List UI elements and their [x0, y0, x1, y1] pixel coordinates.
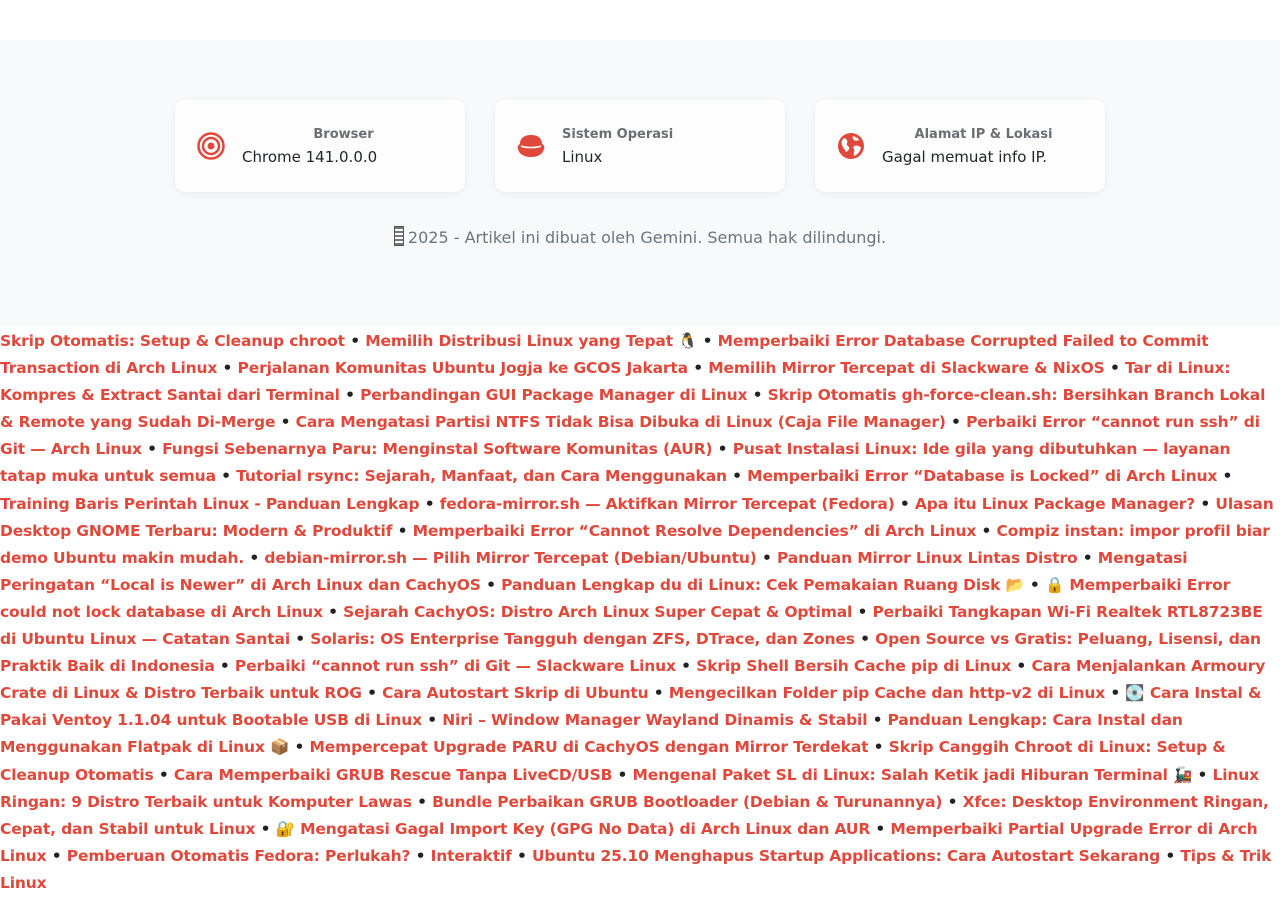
ip-value: Gagal memuat info IP. — [882, 147, 1048, 166]
link-separator: • — [260, 819, 271, 838]
article-link[interactable]: Perbandingan GUI Package Manager di Linu… — [360, 386, 747, 404]
link-separator: • — [951, 413, 961, 432]
article-link[interactable]: Memilih Distribusi Linux yang Tepat 🐧 — [365, 332, 697, 350]
link-separator: • — [702, 332, 713, 350]
article-link[interactable]: Tutorial rsync: Sejarah, Manfaat, dan Ca… — [236, 467, 727, 485]
article-link[interactable]: Bundle Perbaikan GRUB Bootloader (Debian… — [432, 793, 942, 811]
link-separator: • — [51, 846, 62, 865]
link-separator: • — [221, 467, 231, 486]
article-link[interactable]: Mempercepat Upgrade PARU di CachyOS deng… — [309, 738, 868, 756]
target-icon — [195, 130, 227, 162]
ip-card: Alamat IP & Lokasi Gagal memuat info IP. — [815, 100, 1105, 192]
link-separator: • — [857, 602, 868, 621]
article-link[interactable]: Cara Autostart Skrip di Ubuntu — [382, 684, 649, 702]
article-link[interactable]: Skrip Shell Bersih Cache pip di Linux — [696, 657, 1011, 675]
link-separator: • — [1082, 548, 1093, 567]
copyright-label: 2025 - Artikel ini dibuat oleh Gemini. S… — [407, 228, 887, 247]
traffic-light-icon — [393, 226, 404, 246]
link-separator: • — [417, 792, 427, 811]
link-separator: • — [295, 630, 306, 649]
link-separator: • — [350, 332, 360, 350]
os-label: Sistem Operasi — [562, 126, 674, 142]
link-separator: • — [415, 846, 426, 865]
article-link[interactable]: Memilih Mirror Tercepat di Slackware & N… — [708, 359, 1105, 377]
link-separator: • — [761, 548, 772, 567]
article-link[interactable]: Niri – Window Manager Wayland Dinamis & … — [442, 711, 867, 729]
info-cards: Browser Chrome 141.0.0.0 Sistem Operasi … — [0, 100, 1280, 192]
link-separator: • — [280, 413, 291, 432]
link-separator: • — [147, 440, 157, 459]
link-separator: • — [367, 684, 377, 703]
article-link[interactable]: Panduan Mirror Linux Lintas Distro — [777, 549, 1078, 567]
link-separator: • — [617, 765, 628, 784]
top-blank-area — [0, 0, 1280, 40]
link-separator: • — [981, 521, 992, 540]
link-separator: • — [158, 765, 169, 784]
link-separator: • — [875, 819, 886, 838]
article-link[interactable]: Cara Memperbaiki GRUB Rescue Tanpa LiveC… — [174, 766, 613, 784]
os-logo-icon — [515, 130, 547, 162]
article-links-list: Skrip Otomatis: Setup & Cleanup chroot •… — [0, 326, 1280, 897]
article-link[interactable]: Fungsi Sebenarnya Paru: Menginstal Softw… — [162, 440, 712, 458]
article-link[interactable]: Solaris: OS Enterprise Tangguh dengan ZF… — [310, 630, 855, 648]
article-link[interactable]: Ubuntu 25.10 Menghapus Startup Applicati… — [532, 847, 1160, 865]
link-separator: • — [717, 440, 728, 459]
link-separator: • — [1197, 765, 1208, 784]
browser-value: Chrome 141.0.0.0 — [242, 147, 378, 166]
link-separator: • — [860, 630, 870, 649]
link-separator: • — [899, 494, 910, 513]
article-link[interactable]: Apa itu Linux Package Manager? — [915, 495, 1195, 513]
article-link[interactable]: 🔐 Mengatasi Gagal Import Key (GPG No Dat… — [276, 820, 871, 838]
article-link[interactable]: Mengecilkan Folder pip Cache dan http-v2… — [669, 684, 1106, 702]
article-link[interactable]: Skrip Otomatis: Setup & Cleanup chroot — [0, 332, 345, 350]
article-link[interactable]: fedora-mirror.sh — Aktifkan Mirror Terce… — [440, 495, 895, 513]
link-separator: • — [653, 684, 664, 703]
link-separator: • — [345, 386, 355, 405]
link-separator: • — [427, 711, 437, 730]
link-separator: • — [397, 521, 408, 540]
link-separator: • — [219, 657, 230, 676]
link-separator: • — [516, 846, 527, 865]
article-link[interactable]: Training Baris Perintah Linux - Panduan … — [0, 495, 420, 513]
browser-card: Browser Chrome 141.0.0.0 — [175, 100, 465, 192]
article-link[interactable]: Memperbaiki Error “Database is Locked” d… — [747, 467, 1217, 485]
link-separator: • — [1016, 657, 1027, 676]
article-link[interactable]: Memperbaiki Error “Cannot Resolve Depend… — [413, 522, 977, 540]
link-separator: • — [1200, 494, 1211, 513]
link-separator: • — [873, 738, 884, 757]
link-separator: • — [1110, 684, 1121, 703]
ip-label: Alamat IP & Lokasi — [914, 126, 1053, 142]
article-link[interactable]: Perbaiki “cannot run ssh” di Git — Slack… — [235, 657, 676, 675]
link-separator: • — [222, 359, 233, 378]
link-separator: • — [693, 359, 704, 378]
link-separator: • — [681, 657, 691, 676]
os-value: Linux — [562, 147, 603, 166]
article-link[interactable]: Pemberuan Otomatis Fedora: Perlukah? — [67, 847, 411, 865]
link-separator: • — [294, 738, 305, 757]
link-separator: • — [947, 792, 958, 811]
browser-label: Browser — [313, 126, 374, 142]
os-card: Sistem Operasi Linux — [495, 100, 785, 192]
copyright-text: 2025 - Artikel ini dibuat oleh Gemini. S… — [0, 226, 1280, 247]
article-link[interactable]: Mengenal Paket SL di Linux: Salah Ketik … — [633, 766, 1193, 784]
link-separator: • — [752, 386, 763, 405]
article-link[interactable]: Interaktif — [431, 847, 512, 865]
link-separator: • — [328, 602, 338, 621]
link-separator: • — [1109, 359, 1120, 378]
article-link[interactable]: debian-mirror.sh — Pilih Mirror Tercepat… — [264, 549, 756, 567]
article-link[interactable]: Cara Mengatasi Partisi NTFS Tidak Bisa D… — [296, 413, 946, 431]
link-separator: • — [1029, 575, 1040, 594]
link-separator: • — [732, 467, 742, 486]
link-separator: • — [1222, 467, 1233, 486]
link-separator: • — [872, 711, 883, 730]
article-link[interactable]: Panduan Lengkap du di Linux: Cek Pemakai… — [501, 576, 1025, 594]
link-separator: • — [486, 575, 496, 594]
article-link[interactable]: Sejarah CachyOS: Distro Arch Linux Super… — [343, 603, 852, 621]
footer-info-section: Browser Chrome 141.0.0.0 Sistem Operasi … — [0, 40, 1280, 326]
link-separator: • — [1165, 846, 1176, 865]
globe-icon — [835, 130, 867, 162]
article-link[interactable]: Perjalanan Komunitas Ubuntu Jogja ke GCO… — [238, 359, 689, 377]
link-separator: • — [424, 494, 435, 513]
link-separator: • — [249, 548, 260, 567]
